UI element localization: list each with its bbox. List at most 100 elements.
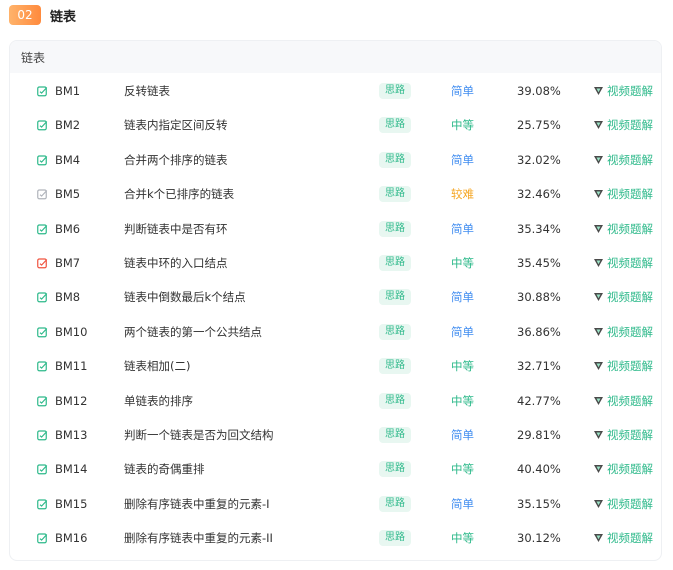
pass-rate: 40.40% (517, 462, 561, 477)
video-icon (593, 189, 604, 199)
video-icon (593, 86, 604, 96)
video-solution-link[interactable]: 视频题解 (593, 358, 653, 374)
difficulty-label: 简单 (451, 428, 474, 442)
problem-title-link[interactable]: 合并k个已排序的链表 (124, 186, 234, 202)
problem-title-link[interactable]: 链表中倒数最后k个结点 (124, 289, 246, 305)
problem-title-link[interactable]: 链表的奇偶重排 (124, 461, 205, 477)
video-solution-link[interactable]: 视频题解 (593, 152, 653, 168)
problem-row[interactable]: BM16 删除有序链表中重复的元素-II 思路 中等 30.12% 视频题解 (10, 521, 661, 555)
problem-title-link[interactable]: 删除有序链表中重复的元素-I (124, 496, 270, 512)
difficulty-label: 中等 (451, 393, 474, 408)
idea-tag[interactable]: 思路 (379, 83, 411, 99)
pass-rate: 32.71% (517, 359, 561, 374)
video-icon (593, 533, 604, 543)
problem-title-link[interactable]: 判断链表中是否有环 (124, 221, 228, 237)
problem-row[interactable]: BM1 反转链表 思路 简单 39.08% 视频题解 (10, 74, 661, 108)
video-solution-label: 视频题解 (607, 359, 653, 374)
video-solution-link[interactable]: 视频题解 (593, 496, 653, 512)
problem-title-link[interactable]: 两个链表的第一个公共结点 (124, 324, 262, 340)
video-solution-label: 视频题解 (607, 84, 653, 98)
video-solution-label: 视频题解 (607, 187, 653, 202)
problem-list-card: 链表 BM1 反转链表 思路 简单 39.08% 视频题解 BM2 链表内指定区间反转 思路 中等… (9, 40, 662, 561)
section-header: 02 链表 (9, 4, 76, 26)
problem-id: BM14 (55, 462, 88, 477)
video-solution-link[interactable]: 视频题解 (593, 289, 653, 305)
difficulty-label: 中等 (451, 462, 474, 477)
video-solution-link[interactable]: 视频题解 (593, 530, 653, 546)
video-solution-label: 视频题解 (607, 428, 653, 442)
problem-title-link[interactable]: 单链表的排序 (124, 393, 193, 409)
status-check-icon (37, 86, 48, 97)
idea-tag[interactable]: 思路 (379, 255, 411, 271)
video-solution-link[interactable]: 视频题解 (593, 186, 653, 202)
problem-row[interactable]: BM11 链表相加(二) 思路 中等 32.71% 视频题解 (10, 349, 661, 383)
idea-tag[interactable]: 思路 (379, 289, 411, 306)
idea-tag[interactable]: 思路 (379, 358, 411, 375)
idea-tag[interactable]: 思路 (379, 392, 411, 409)
difficulty-label: 中等 (451, 256, 474, 270)
idea-tag[interactable]: 思路 (379, 530, 411, 547)
pass-rate: 30.88% (517, 290, 561, 305)
problem-title-link[interactable]: 链表内指定区间反转 (124, 117, 228, 133)
problem-row[interactable]: BM8 链表中倒数最后k个结点 思路 简单 30.88% 视频题解 (10, 280, 661, 314)
problem-title-link[interactable]: 删除有序链表中重复的元素-II (124, 530, 273, 546)
problem-row[interactable]: BM5 合并k个已排序的链表 思路 较难 32.46% 视频题解 (10, 177, 661, 211)
idea-tag[interactable]: 思路 (379, 151, 411, 168)
pass-rate: 32.46% (517, 187, 561, 202)
problem-id: BM5 (55, 187, 81, 202)
status-check-icon (37, 326, 48, 338)
status-check-icon (37, 464, 48, 475)
video-solution-link[interactable]: 视频题解 (593, 461, 653, 477)
video-solution-label: 视频题解 (607, 290, 653, 305)
problem-title-link[interactable]: 反转链表 (124, 83, 170, 99)
video-solution-label: 视频题解 (607, 531, 653, 546)
video-solution-link[interactable]: 视频题解 (593, 393, 653, 409)
problem-row[interactable]: BM6 判断链表中是否有环 思路 简单 35.34% 视频题解 (10, 212, 661, 246)
video-solution-label: 视频题解 (607, 221, 653, 236)
problem-row[interactable]: BM2 链表内指定区间反转 思路 中等 25.75% 视频题解 (10, 108, 661, 142)
pass-rate: 35.45% (517, 256, 561, 270)
video-solution-link[interactable]: 视频题解 (593, 255, 653, 271)
pass-rate: 29.81% (517, 428, 561, 442)
video-solution-link[interactable]: 视频题解 (593, 221, 653, 237)
problem-row[interactable]: BM14 链表的奇偶重排 思路 中等 40.40% 视频题解 (10, 452, 661, 486)
pass-rate: 30.12% (517, 531, 561, 546)
problem-title-link[interactable]: 合并两个排序的链表 (124, 152, 228, 168)
difficulty-label: 简单 (451, 290, 474, 305)
status-check-icon (37, 292, 48, 303)
problem-row[interactable]: BM10 两个链表的第一个公共结点 思路 简单 36.86% 视频题解 (10, 315, 661, 349)
idea-tag[interactable]: 思路 (379, 427, 411, 443)
problem-row[interactable]: BM12 单链表的排序 思路 中等 42.77% 视频题解 (10, 384, 661, 418)
idea-tag[interactable]: 思路 (379, 461, 411, 478)
pass-rate: 32.02% (517, 152, 561, 167)
video-solution-link[interactable]: 视频题解 (593, 83, 653, 99)
video-solution-label: 视频题解 (607, 256, 653, 270)
pass-rate: 35.15% (517, 496, 561, 511)
idea-tag[interactable]: 思路 (379, 186, 411, 203)
problem-row[interactable]: BM4 合并两个排序的链表 思路 简单 32.02% 视频题解 (10, 143, 661, 177)
video-solution-link[interactable]: 视频题解 (593, 117, 653, 133)
problem-title-link[interactable]: 链表相加(二) (124, 358, 190, 374)
problem-title-link[interactable]: 链表中环的入口结点 (124, 255, 228, 271)
video-solution-link[interactable]: 视频题解 (593, 324, 653, 340)
problem-title-link[interactable]: 判断一个链表是否为回文结构 (124, 427, 274, 443)
video-icon (593, 464, 604, 474)
problem-row[interactable]: BM15 删除有序链表中重复的元素-I 思路 简单 35.15% 视频题解 (10, 487, 661, 521)
section-number-badge: 02 (9, 5, 41, 25)
idea-tag[interactable]: 思路 (379, 495, 411, 512)
pass-rate: 36.86% (517, 324, 561, 339)
video-solution-label: 视频题解 (607, 152, 653, 167)
problem-id: BM12 (55, 393, 88, 408)
idea-tag[interactable]: 思路 (379, 323, 411, 340)
video-solution-link[interactable]: 视频题解 (593, 427, 653, 443)
problem-row[interactable]: BM13 判断一个链表是否为回文结构 思路 简单 29.81% 视频题解 (10, 418, 661, 452)
status-check-icon (37, 120, 48, 131)
problem-row[interactable]: BM7 链表中环的入口结点 思路 中等 35.45% 视频题解 (10, 246, 661, 280)
idea-tag[interactable]: 思路 (379, 117, 411, 134)
idea-tag[interactable]: 思路 (379, 220, 411, 237)
problem-id: BM11 (55, 359, 88, 374)
problem-id: BM2 (55, 118, 81, 133)
status-check-icon (37, 258, 48, 269)
pass-rate: 35.34% (517, 221, 561, 236)
problem-id: BM8 (55, 290, 81, 305)
